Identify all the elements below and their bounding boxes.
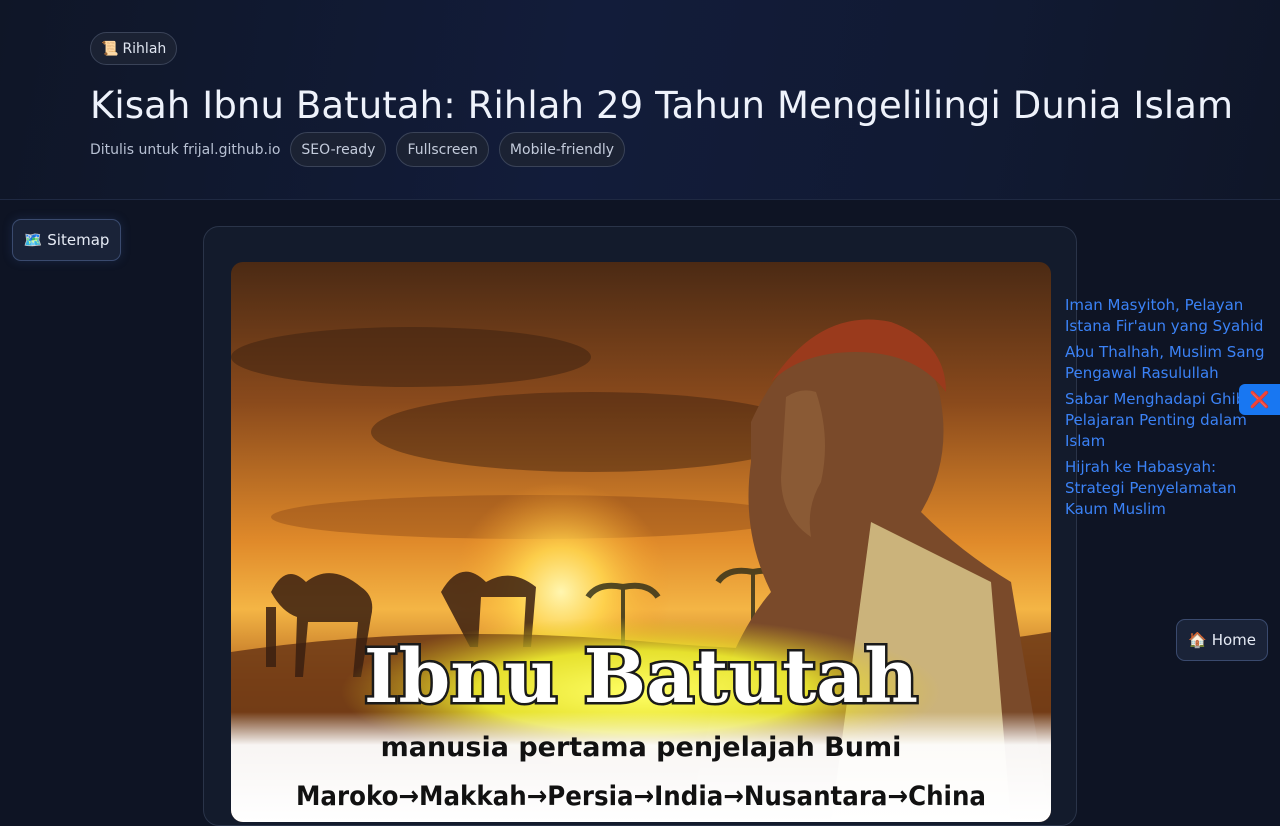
close-icon: ❌ — [1249, 390, 1270, 409]
home-icon: 🏠 — [1188, 631, 1207, 649]
byline: Ditulis untuk frijal.github.io — [90, 141, 281, 158]
category-label: Rihlah — [122, 40, 167, 57]
scroll-icon: 📜 — [101, 40, 119, 57]
home-label: Home — [1211, 631, 1256, 649]
hero-image: Ibnu Batutah manusia pertama penjelajah … — [231, 262, 1051, 822]
related-link-abu-thalhah[interactable]: Abu Thalhah, Muslim Sang Pengawal Rasulu… — [1065, 342, 1275, 384]
category-tag[interactable]: 📜 Rihlah — [90, 32, 178, 65]
close-panel-button[interactable]: ❌ — [1239, 384, 1280, 415]
related-link-iman-masyitoh[interactable]: Iman Masyitoh, Pelayan Istana Fir'aun ya… — [1065, 295, 1275, 337]
hero-headline: Ibnu Batutah — [364, 634, 918, 720]
sitemap-button[interactable]: 🗺️ Sitemap — [12, 219, 121, 261]
article-meta: Ditulis untuk frijal.github.io SEO-ready… — [90, 132, 626, 167]
sitemap-label: Sitemap — [47, 231, 110, 249]
chip-mobile-friendly: Mobile-friendly — [498, 132, 626, 167]
map-icon: 🗺️ — [23, 231, 43, 249]
chip-seo-ready: SEO-ready — [290, 132, 387, 167]
home-button[interactable]: 🏠 Home — [1176, 619, 1268, 661]
related-link-hijrah-habasyah[interactable]: Hijrah ke Habasyah: Strategi Penyelamata… — [1065, 457, 1275, 520]
hero-subtitle: manusia pertama penjelajah Bumi — [381, 732, 902, 763]
chip-fullscreen: Fullscreen — [396, 132, 489, 167]
page-header: 📜 Rihlah Kisah Ibnu Batutah: Rihlah 29 T… — [0, 0, 1280, 200]
hero-route: Maroko→Makkah→Persia→India→Nusantara→Chi… — [296, 781, 986, 812]
page-title: Kisah Ibnu Batutah: Rihlah 29 Tahun Meng… — [90, 84, 1234, 127]
